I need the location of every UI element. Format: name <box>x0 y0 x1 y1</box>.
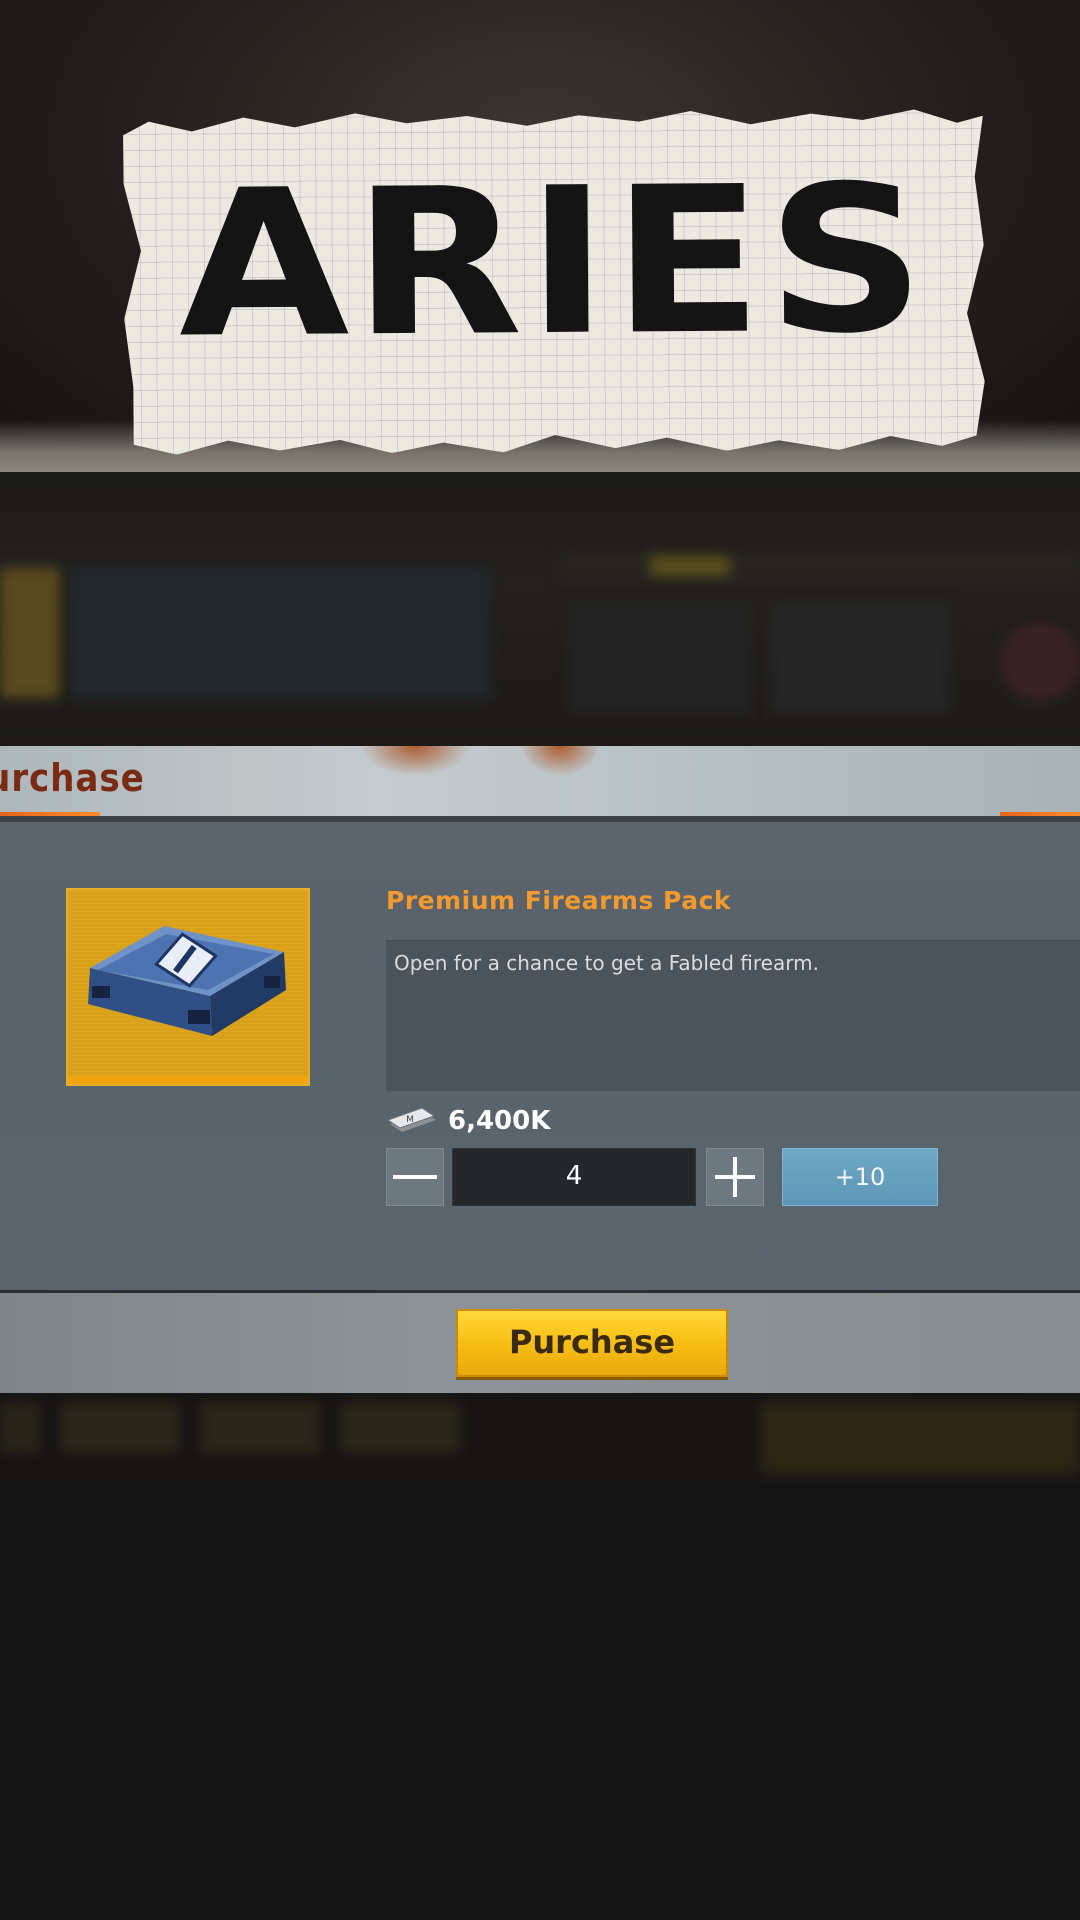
torn-paper-banner: ARIES <box>123 109 985 455</box>
blurred-card <box>770 602 950 712</box>
item-description: Open for a chance to get a Fabled firear… <box>394 951 819 975</box>
purchase-dialog-body: Premium Firearms Pack Open for a chance … <box>0 822 1080 1292</box>
blurred-panel <box>70 568 490 698</box>
quantity-input[interactable]: 4 <box>452 1148 696 1206</box>
blurred-tile <box>0 1403 40 1453</box>
blurred-background <box>0 472 1080 746</box>
svg-text:M: M <box>406 1115 414 1125</box>
item-name: Premium Firearms Pack <box>386 886 732 915</box>
item-description-box: Open for a chance to get a Fabled firear… <box>386 940 1080 1091</box>
banner-title: ARIES <box>177 141 930 383</box>
price-value: 6,400K <box>448 1106 551 1136</box>
decrease-quantity-button[interactable] <box>386 1148 444 1206</box>
increase-quantity-button[interactable] <box>706 1148 764 1206</box>
bottom-background <box>0 1483 1080 1920</box>
blurred-tile <box>60 1403 180 1453</box>
dialog-title: urchase <box>0 756 145 800</box>
blurred-tile <box>200 1403 320 1453</box>
rust-stain <box>360 746 470 776</box>
item-thumbnail <box>66 888 310 1086</box>
rarity-bar <box>68 1076 308 1084</box>
blurred-card <box>570 602 750 712</box>
plus-icon <box>715 1157 755 1197</box>
blurred-tile <box>340 1403 460 1453</box>
add-ten-button[interactable]: +10 <box>782 1148 938 1206</box>
dialog-header: urchase <box>0 746 1080 822</box>
blurred-tile <box>760 1403 1080 1473</box>
dialog-footer: Purchase <box>0 1293 1080 1393</box>
blurred-tile <box>0 568 60 698</box>
rust-stain <box>520 746 600 776</box>
blurred-tab-highlight <box>650 556 730 576</box>
blurred-lower-ui <box>0 1393 1080 1483</box>
minus-icon <box>393 1175 437 1179</box>
blurred-tabs <box>560 552 1080 582</box>
weapon-crate-icon <box>88 926 286 1036</box>
top-banner: ARIES <box>0 0 1080 472</box>
money-stack-icon: M <box>386 1107 436 1132</box>
blurred-card <box>1000 622 1080 702</box>
purchase-button[interactable]: Purchase <box>456 1309 728 1377</box>
